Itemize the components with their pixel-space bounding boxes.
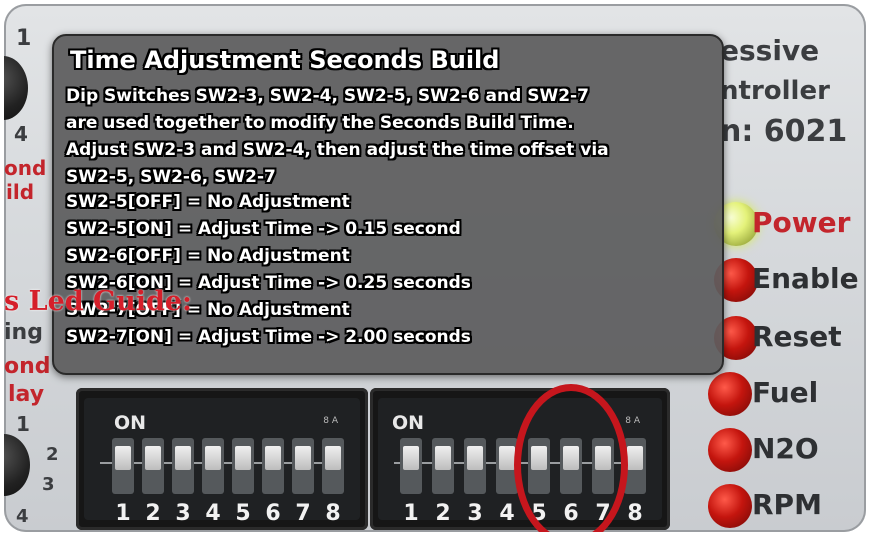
dip-number: 8 xyxy=(627,501,643,526)
led-label-fuel: Fuel xyxy=(752,376,819,409)
tooltip-line: Adjust SW2-3 and SW2-4, then adjust the … xyxy=(66,140,609,160)
knob-number: 2 xyxy=(46,444,59,465)
fuel-led xyxy=(708,372,752,416)
dip-switch[interactable] xyxy=(202,438,224,494)
tooltip-line: SW2-5[OFF] = No Adjustment xyxy=(66,192,350,212)
dip-switch[interactable] xyxy=(262,438,284,494)
tooltip-line: SW2-5, SW2-6, SW2-7 xyxy=(66,167,276,187)
top-left-knob[interactable] xyxy=(4,56,28,120)
board-label-line-2: ntroller xyxy=(720,76,830,106)
dip-switch[interactable] xyxy=(400,438,422,494)
highlight-oval xyxy=(514,384,628,532)
tooltip-line: SW2-5[ON] = Adjust Time -> 0.15 second xyxy=(66,219,461,239)
dip-number: 3 xyxy=(175,501,191,526)
tooltip-line: SW2-7[ON] = Adjust Time -> 2.00 seconds xyxy=(66,327,471,347)
knob-number: 4 xyxy=(14,122,28,146)
dip-number: 6 xyxy=(265,501,281,526)
dip-number: 1 xyxy=(115,501,131,526)
dip-switch[interactable] xyxy=(432,438,454,494)
knob-number: 1 xyxy=(16,26,32,51)
dip-number: 2 xyxy=(435,501,451,526)
dip-number: 8 xyxy=(325,501,341,526)
dip-number: 4 xyxy=(499,501,515,526)
knob-number: 3 xyxy=(42,474,55,495)
led-label-n2o: N2O xyxy=(752,432,819,465)
dip-number: 7 xyxy=(295,501,311,526)
tooltip-overlay: Time Adjustment Seconds Build Dip Switch… xyxy=(52,34,724,375)
dip-switch[interactable] xyxy=(464,438,486,494)
dip-switch[interactable] xyxy=(232,438,254,494)
n2o-led xyxy=(708,428,752,472)
dip-switch-housing: ON 8 A 1 2 3 4 5 6 7 8 xyxy=(84,398,360,526)
dip-switch[interactable] xyxy=(292,438,314,494)
bottom-left-knob[interactable] xyxy=(4,434,30,496)
dip-switch[interactable] xyxy=(322,438,344,494)
rpm-led xyxy=(708,484,752,528)
led-label-reset: Reset xyxy=(752,320,842,353)
tooltip-line: SW2-6[OFF] = No Adjustment xyxy=(66,246,350,266)
dip-number: 4 xyxy=(205,501,221,526)
board-fragment: ing xyxy=(4,320,43,345)
board-fragment: ond xyxy=(4,354,51,379)
board-fragment: ild xyxy=(6,180,35,204)
tooltip-line: Dip Switches SW2-3, SW2-4, SW2-5, SW2-6 … xyxy=(66,86,589,106)
dip-on-label: ON xyxy=(114,412,147,434)
led-label-enable: Enable xyxy=(752,262,859,295)
board-label-line-1: essive xyxy=(720,34,820,67)
knob-number: 4 xyxy=(16,506,29,527)
dip-switch[interactable] xyxy=(112,438,134,494)
board-fragment: ond xyxy=(4,156,47,180)
tooltip-title: Time Adjustment Seconds Build xyxy=(70,46,500,74)
tooltip-line: are used together to modify the Seconds … xyxy=(66,113,574,133)
dip-mark: 8 A xyxy=(323,416,338,426)
dip-number: 5 xyxy=(235,501,251,526)
dip-switch-block-sw1: ON 8 A 1 2 3 4 5 6 7 8 xyxy=(76,388,368,530)
board-label-line-3: n: 6021 xyxy=(720,114,848,149)
knob-number: 1 xyxy=(16,412,30,436)
led-label-rpm: RPM xyxy=(752,488,822,521)
controller-photo: essive ntroller n: 6021 1 4 1 2 3 4 ond … xyxy=(4,4,866,532)
led-guide-heading: s Led Guide: xyxy=(4,286,193,317)
dip-number: 3 xyxy=(467,501,483,526)
led-label-power: Power xyxy=(752,206,851,239)
board-fragment: lay xyxy=(8,382,45,407)
dip-number: 1 xyxy=(403,501,419,526)
dip-on-label: ON xyxy=(392,412,425,434)
dip-switch[interactable] xyxy=(172,438,194,494)
dip-mark: 8 A xyxy=(625,416,640,426)
dip-number: 2 xyxy=(145,501,161,526)
dip-switch[interactable] xyxy=(142,438,164,494)
